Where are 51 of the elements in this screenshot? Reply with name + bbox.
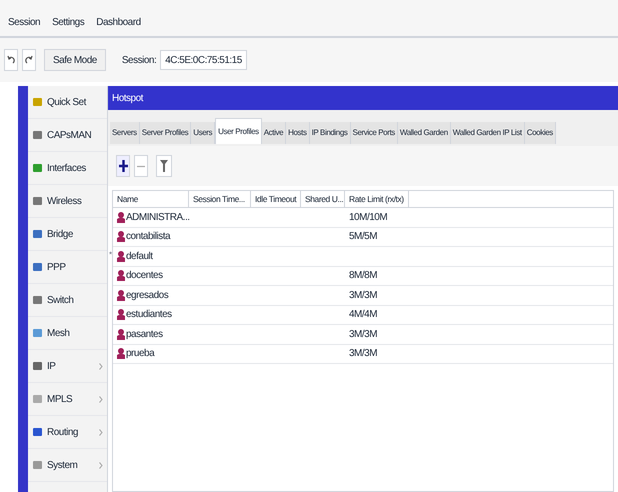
table-cell-text: 3M/3M xyxy=(349,288,378,303)
table-cell[interactable]: egresados xyxy=(126,288,168,303)
sidebar-item[interactable]: MPLS xyxy=(28,383,107,416)
menu-item[interactable]: Settings xyxy=(52,14,84,30)
tab[interactable]: Servers xyxy=(110,122,140,144)
tab[interactable]: User Profiles xyxy=(215,118,262,144)
tab[interactable]: Server Profiles xyxy=(140,122,192,144)
column-header[interactable]: Idle Timeout xyxy=(251,191,301,207)
table-cell[interactable]: default xyxy=(126,248,153,264)
tab[interactable]: Hosts xyxy=(286,122,310,144)
table-cell-text: 4M/4M xyxy=(349,308,378,322)
table-cell[interactable]: prueba xyxy=(126,346,154,362)
tab[interactable]: IP Bindings xyxy=(310,122,351,144)
session-field[interactable]: 4C:5E:0C:75:51:15 xyxy=(160,50,247,70)
tab[interactable]: Walled Garden xyxy=(398,122,451,144)
table-cell-text: 3M/3M xyxy=(349,328,378,342)
sidebar-item[interactable]: Interfaces xyxy=(28,152,107,185)
table-cell[interactable]: ADMINISTRA... xyxy=(126,210,190,225)
table-cell[interactable]: contabilista xyxy=(126,229,170,244)
window-title: Hotspot xyxy=(108,86,618,110)
sidebar-item[interactable]: Wireless xyxy=(28,185,107,218)
table-cell-text: 5M/5M xyxy=(349,230,378,244)
sidebar-item[interactable]: CAPsMAN xyxy=(28,119,107,152)
tab[interactable]: Walled Garden IP List xyxy=(450,122,525,144)
session-label: Session: xyxy=(122,54,156,68)
menu-item[interactable]: Dashboard xyxy=(96,14,141,30)
column-header[interactable]: Rate Limit (rx/tx) xyxy=(345,191,409,207)
column-header[interactable]: Shared U... xyxy=(301,191,345,207)
column-header[interactable]: Session Time... xyxy=(189,191,251,207)
column-header[interactable]: Name xyxy=(113,191,189,207)
safe-mode-button[interactable]: Safe Mode xyxy=(44,49,106,71)
default-marker: * xyxy=(109,249,112,261)
tab[interactable]: Users xyxy=(191,122,216,144)
sidebar-item[interactable]: IP xyxy=(28,350,107,383)
table-cell[interactable]: pasantes xyxy=(126,326,163,342)
sidebar-item[interactable]: System xyxy=(28,449,107,482)
table-cell-text: 3M/3M xyxy=(349,347,378,362)
table-cell-text: 8M/8M xyxy=(349,269,378,284)
table-cell[interactable]: estudiantes xyxy=(126,307,172,322)
tab[interactable]: Active xyxy=(262,122,286,144)
table-cell-text: 10M/10M xyxy=(349,210,388,225)
sidebar-item[interactable]: Routing xyxy=(28,416,107,449)
sidebar-item[interactable]: Switch xyxy=(28,284,107,317)
sidebar-item[interactable]: Quick Set xyxy=(28,86,107,119)
tab[interactable]: Service Ports xyxy=(350,122,398,144)
menu-item[interactable]: Session xyxy=(8,14,40,30)
sidebar-item[interactable]: Mesh xyxy=(28,317,107,350)
sidebar-item[interactable]: Bridge xyxy=(28,218,107,251)
table-cell[interactable]: docentes xyxy=(126,268,163,284)
sidebar-item[interactable]: PPP xyxy=(28,251,107,284)
tab[interactable]: Cookies xyxy=(524,122,556,144)
